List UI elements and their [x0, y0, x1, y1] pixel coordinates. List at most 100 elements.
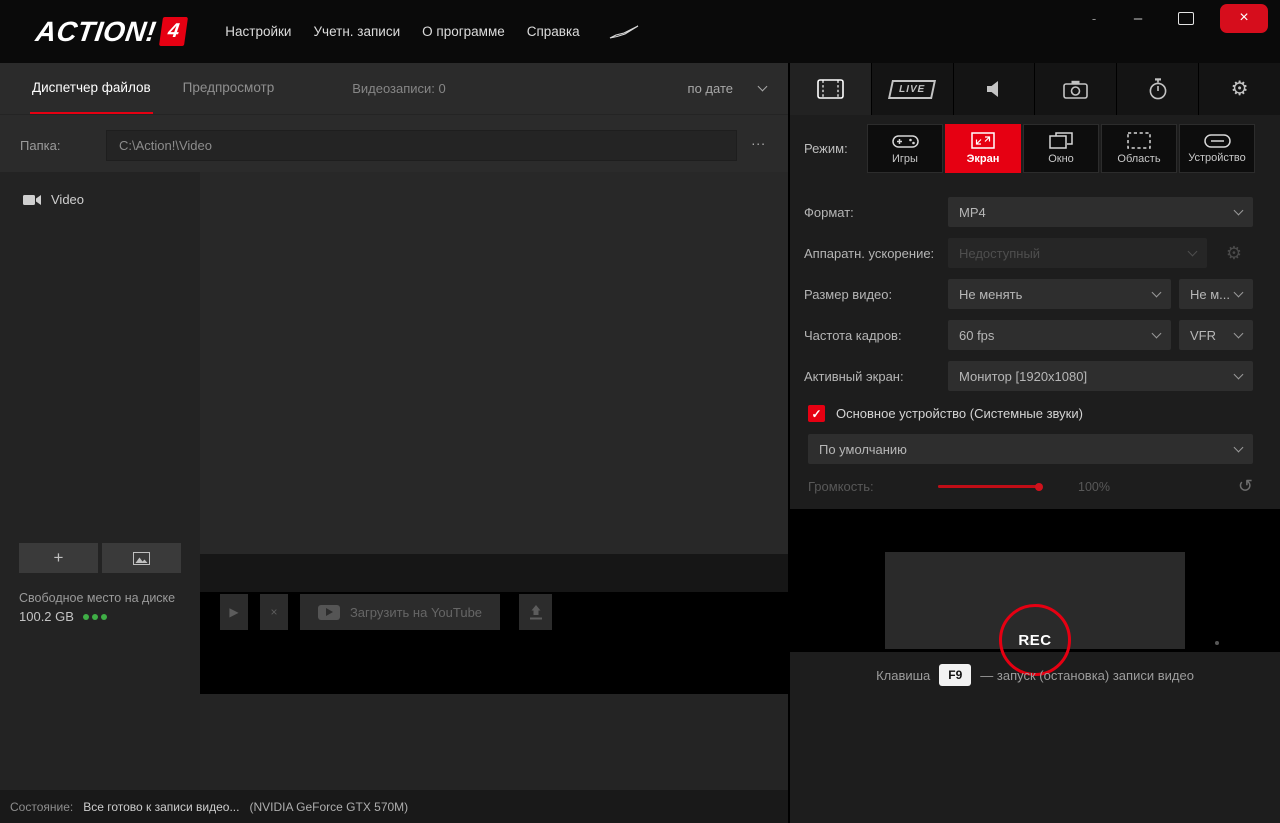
- minimize-button[interactable]: –: [1116, 10, 1160, 27]
- hotkey-prefix: Клавиша: [876, 667, 931, 683]
- menu-accounts[interactable]: Учетн. записи: [302, 14, 411, 49]
- recordings-count: Видеозаписи: 0: [352, 81, 446, 96]
- logo-version-badge: 4: [159, 17, 189, 46]
- framerate-mode-dropdown[interactable]: VFR: [1179, 320, 1253, 350]
- chevron-down-icon: [1151, 328, 1162, 338]
- volume-handle[interactable]: [1035, 482, 1043, 491]
- import-media-button[interactable]: [102, 543, 181, 573]
- format-value: MP4: [959, 204, 986, 220]
- mode-buttons: Игры Экран Окно Область Устройство: [867, 124, 1255, 173]
- tab-settings[interactable]: ⚙: [1199, 63, 1280, 115]
- primary-audio-checkbox[interactable]: ✓: [808, 405, 825, 422]
- brush-icon[interactable]: [609, 25, 639, 39]
- volume-slider[interactable]: [938, 482, 1043, 491]
- menu-settings[interactable]: Настройки: [214, 14, 302, 49]
- tab-file-manager[interactable]: Диспетчер файлов: [30, 63, 153, 114]
- hw-accel-label: Аппаратн. ускорение:: [804, 245, 935, 261]
- active-screen-label: Активный экран:: [804, 368, 904, 384]
- mode-device-label: Устройство: [1188, 151, 1246, 164]
- maximize-icon: [1178, 11, 1194, 25]
- video-size-dropdown[interactable]: Не менять: [948, 279, 1171, 309]
- format-dropdown[interactable]: MP4: [948, 197, 1253, 227]
- tray-button[interactable]: -: [1072, 11, 1116, 26]
- hw-accel-row: Аппаратн. ускорение: Недоступный ⚙: [804, 238, 1253, 268]
- framerate-dropdown[interactable]: 60 fps: [948, 320, 1171, 350]
- screen-recording-icon: [817, 79, 844, 99]
- volume-reset-icon[interactable]: ↺: [1238, 476, 1253, 497]
- disk-status-dots: [82, 613, 107, 620]
- screen-icon: [971, 132, 995, 149]
- file-list[interactable]: [200, 172, 788, 554]
- chevron-down-icon: [1233, 205, 1244, 215]
- hw-accel-dropdown: Недоступный: [948, 238, 1207, 268]
- folders-sidebar: Video + Свободное место на диске 100.2 G…: [0, 172, 200, 790]
- rec-dot-right: [1215, 641, 1219, 645]
- speaker-icon: [986, 81, 998, 97]
- hotkey-key: F9: [939, 664, 972, 686]
- mode-window-button[interactable]: Окно: [1023, 124, 1099, 173]
- sort-by-dropdown[interactable]: по дате: [687, 63, 768, 114]
- tab-audio-recording[interactable]: [953, 63, 1036, 115]
- audio-device-value: По умолчанию: [819, 441, 907, 457]
- file-list-area: ▶ × Загрузить на YouTube: [200, 172, 788, 790]
- mode-screen-button[interactable]: Экран: [945, 124, 1021, 173]
- file-manager-tabbar: Диспетчер файлов Предпросмотр Видеозапис…: [0, 63, 788, 115]
- primary-audio-label: Основное устройство (Системные звуки): [836, 406, 1083, 421]
- status-label: Состояние:: [10, 799, 74, 814]
- folder-path-input[interactable]: C:\Action!\Video: [106, 129, 738, 161]
- delete-button[interactable]: ×: [260, 594, 288, 630]
- export-button[interactable]: [519, 594, 552, 630]
- add-folder-button[interactable]: +: [19, 543, 98, 573]
- mode-games-button[interactable]: Игры: [867, 124, 943, 173]
- youtube-button-label: Загрузить на YouTube: [349, 604, 483, 620]
- mode-games-label: Игры: [892, 152, 918, 165]
- play-button[interactable]: ▶: [220, 594, 248, 630]
- menu-help[interactable]: Справка: [516, 14, 591, 49]
- tab-time-shift[interactable]: [1117, 63, 1200, 115]
- folder-path-value: C:\Action!\Video: [119, 137, 212, 153]
- audio-section: ✓ Основное устройство (Системные звуки) …: [790, 391, 1280, 497]
- logo-text: ACTION!: [33, 15, 159, 47]
- stopwatch-icon: [1149, 78, 1167, 100]
- sidebar-actions: +: [19, 543, 181, 573]
- status-bar: Состояние: Все готово к записи видео... …: [0, 790, 788, 823]
- upload-icon: [529, 604, 542, 619]
- youtube-icon: [317, 604, 340, 620]
- mode-device-button[interactable]: Устройство: [1179, 124, 1255, 173]
- menu-about[interactable]: О программе: [411, 14, 516, 49]
- video-size-secondary-dropdown[interactable]: Не м...: [1179, 279, 1253, 309]
- hotkey-hint: Клавиша F9 — запуск (остановка) записи в…: [790, 664, 1280, 686]
- status-message: Все готово к записи видео...: [83, 799, 240, 814]
- tab-video-recording[interactable]: [790, 63, 872, 115]
- format-row: Формат: MP4: [804, 197, 1253, 227]
- free-space-value: 100.2 GB: [19, 609, 74, 624]
- window-controls: - – ×: [1072, 0, 1280, 36]
- mode-row: Режим: Игры Экран Окно Область Устройств…: [790, 115, 1280, 185]
- maximize-button[interactable]: [1160, 11, 1212, 25]
- mode-region-button[interactable]: Область: [1101, 124, 1177, 173]
- audio-device-dropdown[interactable]: По умолчанию: [808, 434, 1253, 464]
- tab-screenshots[interactable]: [1035, 63, 1118, 115]
- media-buttons: ▶ × Загрузить на YouTube: [220, 594, 788, 630]
- rec-panel: REC: [885, 552, 1219, 676]
- video-size-value: Не менять: [959, 286, 1023, 302]
- mode-region-label: Область: [1117, 153, 1161, 165]
- action-app-window: ACTION! 4 Настройки Учетн. записи О прог…: [0, 0, 1280, 823]
- upload-to-youtube-button[interactable]: Загрузить на YouTube: [300, 594, 500, 630]
- sort-by-label: по дате: [687, 81, 733, 96]
- browse-folder-button[interactable]: ...: [737, 132, 770, 158]
- sidebar-item-video[interactable]: Video: [0, 172, 200, 221]
- tab-live-streaming[interactable]: LIVE: [871, 63, 954, 115]
- media-thumbnail-strip: [200, 554, 788, 592]
- chevron-down-icon: [1187, 246, 1198, 256]
- close-button[interactable]: ×: [1220, 3, 1268, 33]
- tab-preview[interactable]: Предпросмотр: [181, 63, 277, 114]
- folder-label: Папка:: [20, 137, 61, 153]
- active-screen-dropdown[interactable]: Монитор [1920x1080]: [948, 361, 1253, 391]
- hw-accel-settings-button[interactable]: ⚙: [1215, 238, 1253, 268]
- mode-window-label: Окно: [1048, 153, 1074, 165]
- volume-row: Громкость: 100% ↺: [808, 476, 1253, 497]
- video-size-label: Размер видео:: [804, 286, 893, 302]
- file-manager-panel: Диспетчер файлов Предпросмотр Видеозапис…: [0, 63, 788, 823]
- main-menu: Настройки Учетн. записи О программе Спра…: [214, 14, 590, 49]
